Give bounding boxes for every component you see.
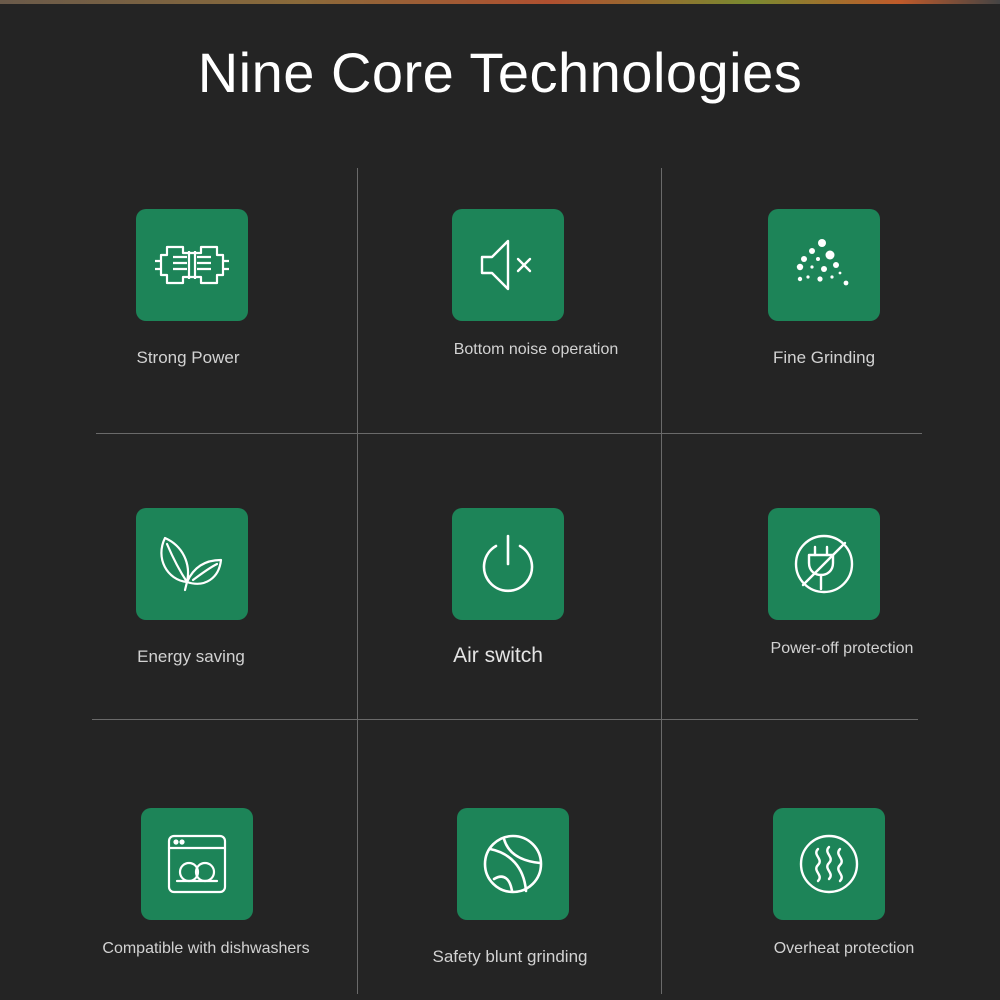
no-plug-icon	[794, 534, 854, 594]
dishwasher-icon	[167, 834, 227, 894]
feature-label: Safety blunt grinding	[432, 947, 588, 966]
feature-label: Compatible with dishwashers	[102, 940, 310, 957]
heat-waves-icon	[799, 834, 859, 894]
feature-tile-power-off-protection	[768, 508, 880, 620]
feature-tile-energy-saving	[136, 508, 248, 620]
speaker-mute-icon	[480, 239, 532, 291]
feature-label: Energy saving	[137, 647, 245, 666]
feature-tile-bottom-noise	[452, 209, 564, 321]
page-title: Nine Core Technologies	[197, 41, 803, 104]
grid-divider	[96, 433, 922, 434]
grid-divider	[92, 719, 918, 720]
feature-label: Strong Power	[136, 348, 240, 367]
feature-label: Overheat protection	[773, 940, 915, 957]
motor-icon	[155, 245, 229, 285]
feature-label: Air switch	[453, 644, 543, 667]
feature-tile-dishwasher	[141, 808, 253, 920]
feature-tile-safety-blunt-grinding	[457, 808, 569, 920]
top-color-strip	[0, 0, 1000, 4]
power-icon	[482, 534, 534, 592]
feature-tile-fine-grinding	[768, 209, 880, 321]
leaves-icon	[160, 536, 223, 592]
feature-tile-air-switch	[452, 508, 564, 620]
feature-label: Power-off protection	[770, 640, 914, 657]
feature-label: Fine Grinding	[772, 348, 876, 367]
feature-tile-overheat-protection	[773, 808, 885, 920]
feature-tile-strong-power	[136, 209, 248, 321]
grid-divider	[661, 168, 662, 994]
particles-icon	[796, 239, 849, 286]
feature-label: Bottom noise operation	[453, 341, 619, 358]
ball-icon	[483, 834, 543, 894]
grid-divider	[357, 168, 358, 994]
